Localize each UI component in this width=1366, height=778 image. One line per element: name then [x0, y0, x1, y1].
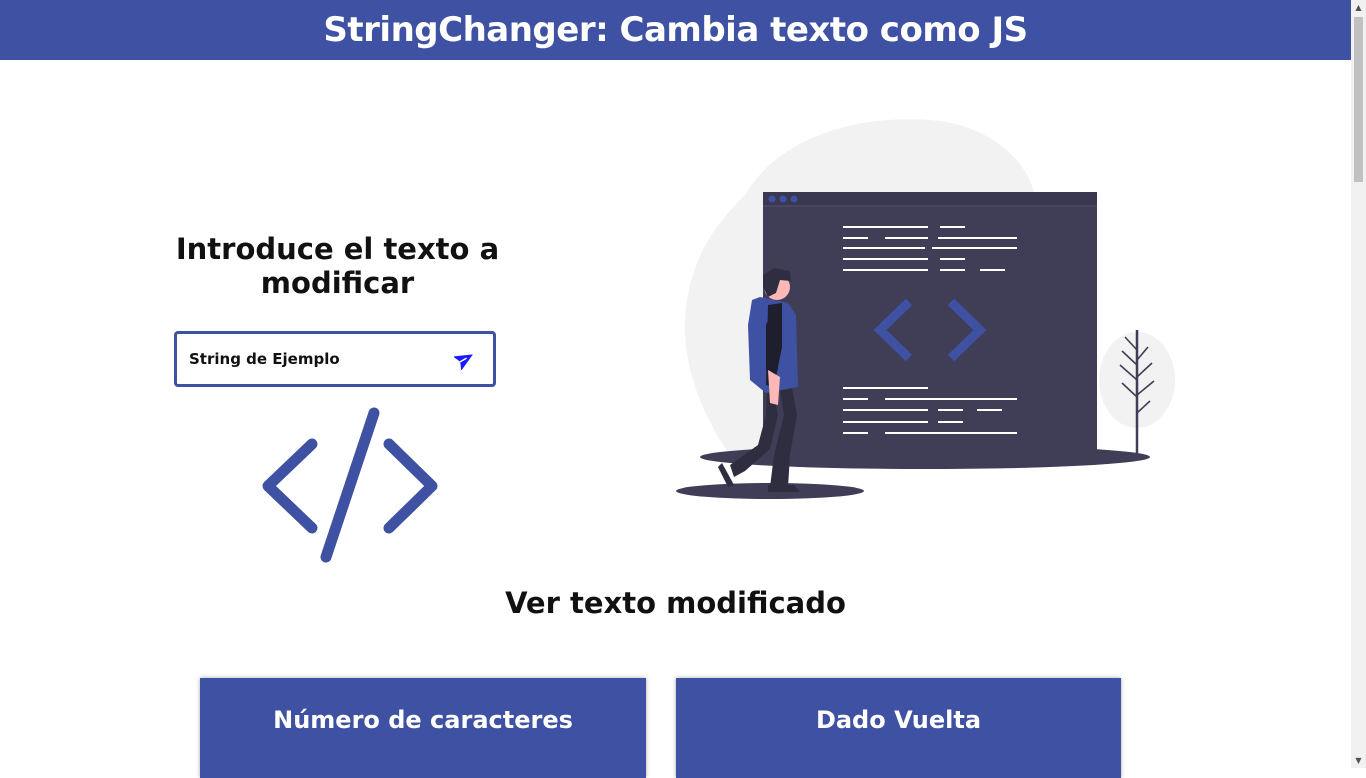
- app-header: StringChanger: Cambia texto como JS: [0, 0, 1351, 60]
- paper-plane-icon: [454, 354, 473, 370]
- vertical-scrollbar[interactable]: ▲ ▼: [1351, 0, 1366, 768]
- result-card-reversed[interactable]: Dado Vuelta: [676, 678, 1121, 778]
- code-slash-icon: [262, 407, 438, 563]
- intro-title: Introduce el texto a modificar: [175, 232, 500, 300]
- page: StringChanger: Cambia texto como JS Intr…: [0, 0, 1351, 778]
- text-input-box: [174, 331, 496, 387]
- scroll-up-arrow-icon[interactable]: ▲: [1351, 0, 1366, 15]
- results-title: Ver texto modificado: [505, 586, 846, 620]
- card-title: Dado Vuelta: [815, 706, 982, 734]
- send-button[interactable]: [453, 347, 477, 371]
- scroll-down-arrow-icon[interactable]: ▼: [1351, 753, 1366, 768]
- text-input[interactable]: [189, 350, 439, 368]
- scroll-thumb[interactable]: [1354, 17, 1363, 182]
- developer-illustration: [676, 119, 1175, 499]
- card-title: Número de caracteres: [273, 706, 573, 734]
- app-title: StringChanger: Cambia texto como JS: [323, 10, 1028, 50]
- result-card-character-count[interactable]: Número de caracteres: [200, 678, 646, 778]
